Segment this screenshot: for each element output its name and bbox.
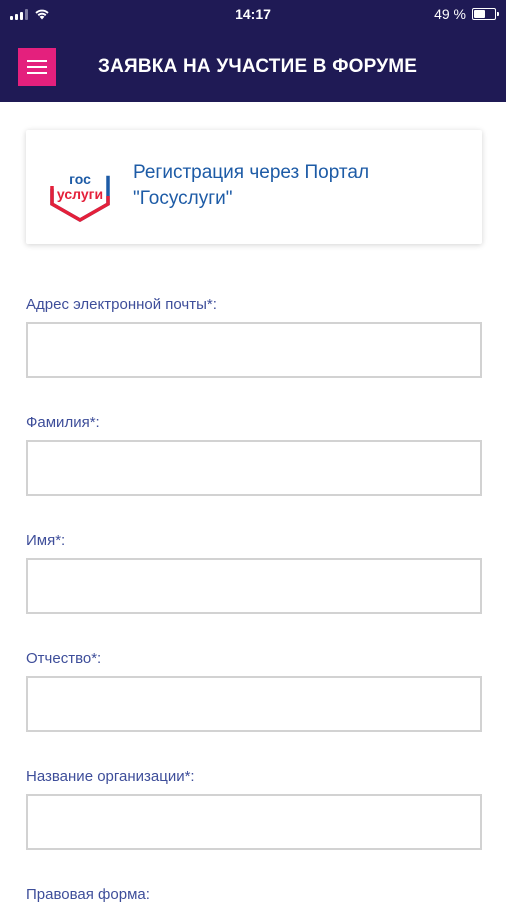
clock: 14:17 bbox=[235, 6, 271, 22]
patronymic-label: Отчество*: bbox=[26, 650, 102, 667]
hamburger-menu-icon-line bbox=[27, 72, 47, 74]
surname-field[interactable] bbox=[26, 440, 482, 496]
battery-percent: 49 % bbox=[434, 6, 466, 22]
patronymic-field[interactable] bbox=[26, 676, 482, 732]
page-title: ЗАЯВКА НА УЧАСТИЕ В ФОРУМЕ bbox=[98, 56, 418, 77]
gosuslugi-logo-line1: гос bbox=[69, 171, 91, 187]
battery-fill bbox=[474, 10, 485, 18]
legal-form-label: Правовая форма: bbox=[26, 886, 150, 903]
app-header: ЗАЯВКА НА УЧАСТИЕ В ФОРУМЕ bbox=[0, 30, 506, 102]
name-label: Имя*: bbox=[26, 532, 66, 549]
gosuslugi-link-text[interactable]: Регистрация через Портал "Госуслуги" bbox=[133, 160, 463, 212]
email-field[interactable] bbox=[26, 322, 482, 378]
hamburger-menu-icon-line bbox=[27, 66, 47, 68]
organization-label: Название организации*: bbox=[26, 768, 195, 785]
email-label: Адрес электронной почты*: bbox=[26, 296, 217, 313]
hamburger-menu-icon bbox=[27, 60, 47, 62]
gosuslugi-logo-line2: услуги bbox=[57, 186, 103, 202]
battery-icon bbox=[472, 8, 499, 20]
surname-label: Фамилия*: bbox=[26, 414, 100, 431]
gosuslugi-logo-icon: гос услуги bbox=[50, 149, 110, 223]
status-bar: 14:17 49 % bbox=[0, 0, 506, 30]
menu-button[interactable] bbox=[18, 48, 56, 86]
gosuslugi-login-card[interactable]: гос услуги Регистрация через Портал "Гос… bbox=[26, 130, 482, 244]
organization-field[interactable] bbox=[26, 794, 482, 850]
status-right: 49 % bbox=[434, 6, 499, 22]
name-field[interactable] bbox=[26, 558, 482, 614]
